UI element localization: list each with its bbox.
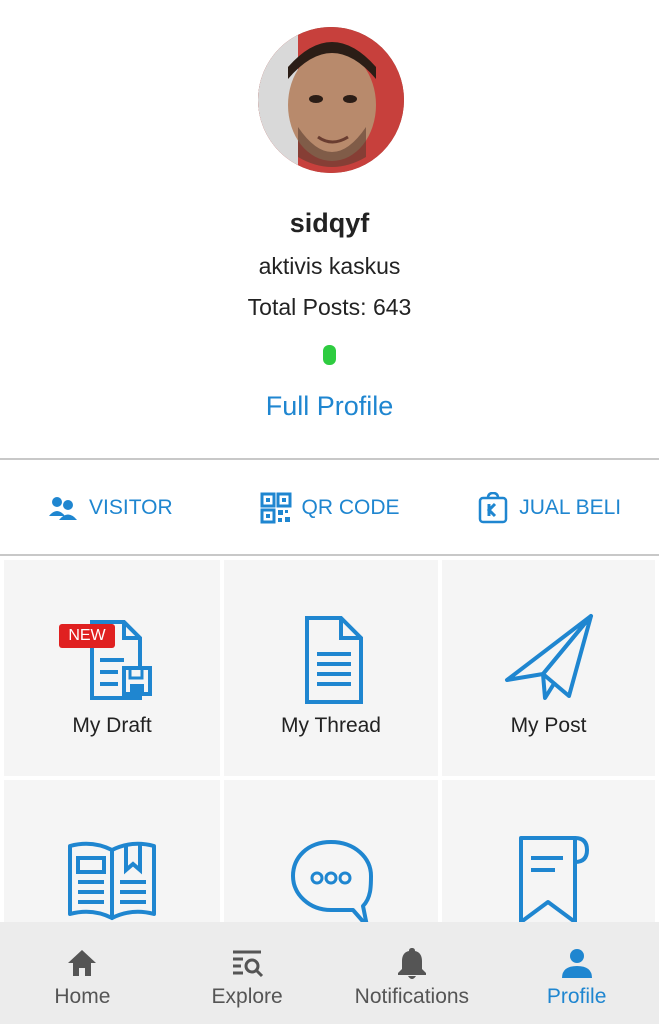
my-draft-label: My Draft	[72, 714, 152, 737]
nav-home-label: Home	[54, 985, 111, 1008]
chat-bubble-icon	[281, 830, 381, 930]
full-profile-link[interactable]: Full Profile	[0, 391, 659, 422]
jual-beli-icon	[477, 491, 509, 524]
my-thread-label: My Thread	[281, 714, 381, 737]
profile-menu-grid: My Draft My Thread My Post	[0, 556, 659, 928]
profile-username: sidqyf	[289, 208, 370, 238]
profile-header: sidqyf aktivis kaskus Total Posts: 643 F…	[0, 0, 659, 460]
visitor-icon	[47, 492, 79, 524]
book-icon	[62, 830, 162, 930]
nav-home[interactable]: Home	[0, 922, 165, 1024]
profile-rank: aktivis kaskus	[258, 253, 401, 279]
bell-icon	[397, 948, 426, 979]
quick-actions-bar: VISITOR QR CODE JUAL BELI	[0, 460, 659, 555]
home-icon	[68, 950, 97, 976]
my-post-tile[interactable]: My Post	[442, 560, 655, 776]
menu-tile-book[interactable]	[4, 780, 220, 922]
explore-icon	[233, 950, 264, 978]
avatar-photo	[258, 27, 404, 173]
menu-tile-chat[interactable]	[224, 780, 438, 928]
thread-icon	[281, 610, 381, 710]
nav-notifications-label: Notifications	[354, 985, 470, 1008]
bottom-navigation: Home Explore Notifications Profile	[0, 922, 659, 1024]
paper-plane-icon	[499, 610, 599, 710]
my-draft-tile[interactable]: My Draft	[4, 560, 220, 776]
my-thread-tile[interactable]: My Thread	[224, 560, 438, 776]
jual-beli-button[interactable]: JUAL BELI	[439, 460, 659, 555]
my-post-label: My Post	[510, 714, 587, 737]
qr-code-icon	[260, 492, 292, 524]
nav-notifications[interactable]: Notifications	[330, 922, 495, 1024]
nav-explore-label: Explore	[211, 985, 283, 1008]
nav-profile-label: Profile	[546, 985, 607, 1008]
profile-total-posts: Total Posts: 643	[247, 294, 412, 320]
online-status-indicator	[323, 345, 336, 365]
new-badge: NEW	[59, 624, 115, 648]
qr-code-label: QR CODE	[301, 495, 400, 519]
bookmark-note-icon	[499, 830, 599, 930]
visitor-label: VISITOR	[89, 495, 173, 519]
visitor-button[interactable]: VISITOR	[0, 460, 220, 555]
nav-explore[interactable]: Explore	[165, 922, 330, 1024]
avatar[interactable]	[258, 27, 404, 173]
person-icon	[561, 949, 592, 978]
jual-beli-label: JUAL BELI	[519, 495, 622, 519]
menu-tile-bookmark[interactable]	[442, 780, 655, 924]
nav-profile[interactable]: Profile	[494, 922, 659, 1024]
qr-code-button[interactable]: QR CODE	[220, 460, 440, 555]
